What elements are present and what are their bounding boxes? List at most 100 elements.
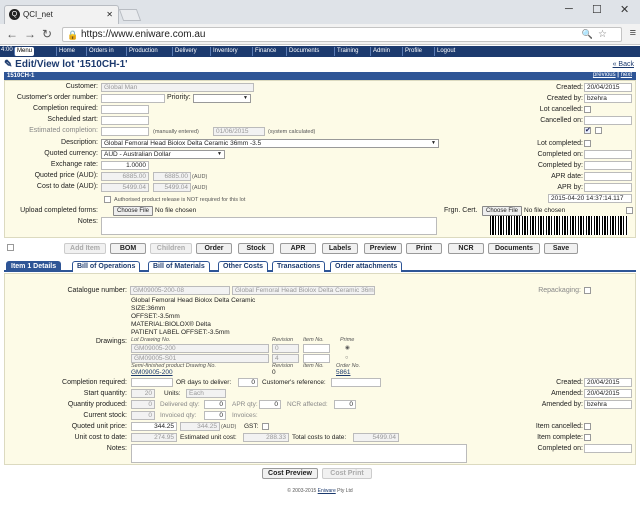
children-button[interactable]: Children xyxy=(150,243,192,254)
url-input[interactable]: 🔒 https://www.eniware.com.au 🔍 ☆ xyxy=(62,27,622,42)
created-label: Created: xyxy=(556,84,583,91)
tab-bill-of-operations[interactable]: Bill of Operations xyxy=(72,261,141,272)
semi-order-link[interactable]: 5861 xyxy=(336,369,350,376)
labels-button[interactable]: Labels xyxy=(322,243,358,254)
copyright-text: © 2003-2015 xyxy=(287,488,317,494)
completion-required-input[interactable] xyxy=(101,105,149,114)
cost-print-button[interactable]: Cost Print xyxy=(322,468,372,479)
nav-finance[interactable]: Finance xyxy=(252,47,278,56)
customer-reference-input[interactable] xyxy=(331,378,381,387)
nav-admin[interactable]: Admin xyxy=(370,47,392,56)
tab-other-costs[interactable]: Other Costs xyxy=(218,261,269,272)
lot-drawing-no-header: Lot Drawing No. xyxy=(131,337,171,343)
maximize-icon[interactable]: ☐ xyxy=(592,3,602,16)
close-window-icon[interactable]: ✕ xyxy=(620,3,629,16)
back-arrow-icon[interactable]: ← xyxy=(6,27,18,41)
priority-select[interactable] xyxy=(193,94,251,103)
item-notes-textarea[interactable] xyxy=(131,444,467,463)
quoted-price-a: 6885.00 xyxy=(101,172,149,181)
preview-button[interactable]: Preview xyxy=(364,243,402,254)
zoom-icon[interactable]: 🔍 xyxy=(582,28,593,41)
cost-preview-button[interactable]: Cost Preview xyxy=(262,468,318,479)
browser-tab[interactable]: Q QCI_net ✕ xyxy=(4,5,119,24)
save-button[interactable]: Save xyxy=(544,243,578,254)
checked-checkbox[interactable] xyxy=(584,126,591,134)
start-quantity-label: Start quantity: xyxy=(83,390,127,397)
description-select[interactable]: Global Femoral Head Biolox Delta Ceramic… xyxy=(101,139,439,148)
semi-drawing-link[interactable]: GM09005-200 xyxy=(131,369,173,376)
back-link[interactable]: « Back xyxy=(613,61,634,68)
revision-header: Revision xyxy=(272,337,294,343)
drawing2-revision: 4 xyxy=(272,354,299,363)
forward-arrow-icon[interactable]: → xyxy=(24,27,36,41)
stock-button[interactable]: Stock xyxy=(238,243,274,254)
item-cancelled-label: Item cancelled: xyxy=(535,423,583,430)
reload-icon[interactable]: ↻ xyxy=(42,27,52,41)
cancelled-on-field xyxy=(584,116,632,125)
completion-required-label: Completion required: xyxy=(33,105,98,112)
select-all-checkbox[interactable] xyxy=(7,244,14,251)
exchange-rate-input[interactable]: 1.0000 xyxy=(101,161,149,170)
close-tab-icon[interactable]: ✕ xyxy=(106,6,113,23)
browser-tab-bar: Q QCI_net ✕ ─ ☐ ✕ xyxy=(0,0,640,24)
drawing1-prime-radio[interactable]: ◉ xyxy=(345,345,350,351)
nav-delivery[interactable]: Delivery xyxy=(172,47,199,56)
nav-menu[interactable]: Menu xyxy=(14,47,35,56)
tab-transactions[interactable]: Transactions xyxy=(272,261,326,272)
previous-link[interactable]: previous xyxy=(593,72,616,78)
bookmark-star-icon[interactable]: ☆ xyxy=(598,28,607,41)
lot-details-panel xyxy=(4,80,636,238)
order-number-input[interactable] xyxy=(101,94,165,103)
desc-line: OFFSET:-3.5mm xyxy=(131,313,180,320)
tab-bill-of-materials[interactable]: Bill of Materials xyxy=(148,261,210,272)
bom-button[interactable]: BOM xyxy=(110,243,146,254)
nav-training[interactable]: Training xyxy=(334,47,360,56)
ncr-button[interactable]: NCR xyxy=(448,243,484,254)
lot-cancelled-checkbox[interactable] xyxy=(584,106,591,113)
frgn-cert-choose-file-button[interactable]: Choose File xyxy=(482,206,523,216)
unchecked-checkbox[interactable] xyxy=(595,127,602,134)
choose-file-button[interactable]: Choose File xyxy=(113,206,154,216)
minimize-icon[interactable]: ─ xyxy=(565,3,573,15)
order-number-label: Customer's order number: xyxy=(16,94,98,101)
drawing2-item-no[interactable] xyxy=(303,354,330,363)
company-link[interactable]: Eniware xyxy=(318,488,336,494)
nav-logout[interactable]: Logout xyxy=(434,47,457,56)
item-complete-checkbox[interactable] xyxy=(584,434,591,441)
print-button[interactable]: Print xyxy=(406,243,442,254)
documents-button[interactable]: Documents xyxy=(488,243,540,254)
gst-checkbox[interactable] xyxy=(262,423,269,430)
estimated-completion-input[interactable] xyxy=(101,127,149,136)
nav-home[interactable]: Home xyxy=(56,47,77,56)
scheduled-start-input[interactable] xyxy=(101,116,149,125)
next-link[interactable]: next xyxy=(621,72,632,78)
new-tab-button[interactable] xyxy=(118,9,142,21)
nav-production[interactable]: Production xyxy=(126,47,160,56)
nav-inventory[interactable]: Inventory xyxy=(210,47,240,56)
browser-menu-icon[interactable]: ≡ xyxy=(630,27,636,39)
drawing2-prime-radio[interactable]: ○ xyxy=(345,355,348,361)
customer-field[interactable]: Global Man xyxy=(101,83,254,92)
item-completed-on-label: Completed on: xyxy=(537,445,583,452)
apr-button[interactable]: APR xyxy=(280,243,316,254)
tab-item-details[interactable]: Item 1 Details xyxy=(6,261,62,272)
item-cancelled-checkbox[interactable] xyxy=(584,423,591,430)
item-completion-input[interactable] xyxy=(131,378,173,387)
currency-select[interactable]: AUD - Australian Dollar xyxy=(101,150,225,159)
frgn-cert-checkbox[interactable] xyxy=(626,207,633,214)
authorised-release-checkbox[interactable] xyxy=(104,196,111,203)
completed-by-field xyxy=(584,161,632,170)
drawing1-item-no[interactable] xyxy=(303,344,330,353)
days-to-deliver-input[interactable]: 0 xyxy=(238,378,258,387)
lot-completed-checkbox[interactable] xyxy=(584,140,591,147)
nav-orders-in[interactable]: Orders in xyxy=(86,47,116,56)
order-button[interactable]: Order xyxy=(196,243,232,254)
nav-profile[interactable]: Profile xyxy=(402,47,424,56)
quoted-unit-price-input[interactable]: 344.25 xyxy=(131,422,177,431)
lot-notes-textarea[interactable] xyxy=(101,217,437,235)
add-item-button[interactable]: Add Item xyxy=(64,243,106,254)
nav-documents[interactable]: Documents xyxy=(286,47,321,56)
repackaging-checkbox[interactable] xyxy=(584,287,591,294)
tab-order-attachments[interactable]: Order attachments xyxy=(330,261,403,272)
drawing2-field: GM09005-S01 xyxy=(131,354,269,363)
